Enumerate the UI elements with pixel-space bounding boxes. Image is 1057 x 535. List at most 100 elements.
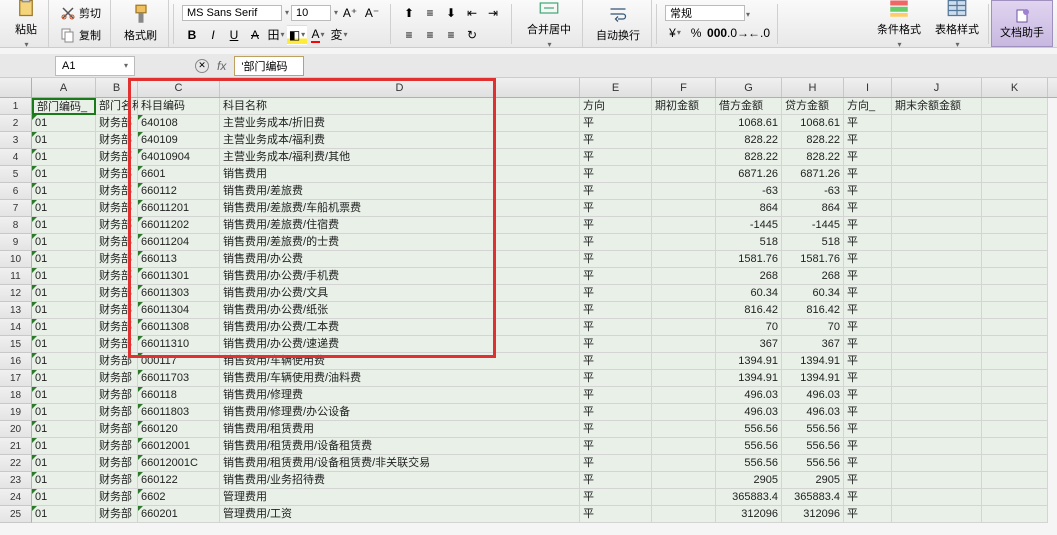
cell[interactable]: 管理费用	[220, 489, 580, 506]
cell[interactable]	[892, 421, 982, 438]
cell[interactable]: 销售费用/业务招待费	[220, 472, 580, 489]
row-header[interactable]: 23	[0, 472, 32, 489]
cell[interactable]: 268	[716, 268, 782, 285]
cell[interactable]: 销售费用/车辆使用费/油料费	[220, 370, 580, 387]
cell[interactable]	[892, 251, 982, 268]
wrap-text-button[interactable]: 自动换行	[589, 1, 647, 46]
cell[interactable]: 556.56	[782, 421, 844, 438]
copy-button[interactable]: 复制	[55, 24, 106, 46]
row-header[interactable]: 8	[0, 217, 32, 234]
font-size-select[interactable]	[291, 5, 331, 21]
cell[interactable]	[982, 489, 1048, 506]
cell[interactable]: 660118	[138, 387, 220, 404]
cell[interactable]: 518	[782, 234, 844, 251]
cell[interactable]: 销售费用/办公费/速递费	[220, 336, 580, 353]
decrease-font-button[interactable]: A⁻	[362, 3, 382, 23]
cell[interactable]: 01	[32, 387, 96, 404]
cell[interactable]: 财务部	[96, 217, 138, 234]
cell[interactable]: 平	[844, 200, 892, 217]
cell[interactable]	[652, 251, 716, 268]
cell[interactable]: 平	[844, 302, 892, 319]
cell[interactable]: 平	[844, 251, 892, 268]
font-color-button[interactable]: A▾	[308, 25, 328, 45]
cell[interactable]	[982, 217, 1048, 234]
cell[interactable]: 期末余额金额	[892, 98, 982, 115]
cell[interactable]: 平	[580, 336, 652, 353]
cell[interactable]: 财务部	[96, 302, 138, 319]
cell[interactable]	[652, 115, 716, 132]
cell[interactable]: 平	[844, 472, 892, 489]
cell[interactable]: 66011301	[138, 268, 220, 285]
cell[interactable]: 财务部	[96, 455, 138, 472]
cell[interactable]: 财务部	[96, 149, 138, 166]
cell[interactable]: 平	[844, 217, 892, 234]
cell[interactable]: 平	[580, 472, 652, 489]
cell[interactable]	[892, 506, 982, 523]
row-header[interactable]: 17	[0, 370, 32, 387]
cell[interactable]: 01	[32, 438, 96, 455]
cell[interactable]	[982, 472, 1048, 489]
cell[interactable]: 财务部	[96, 336, 138, 353]
col-header-C[interactable]: C	[138, 78, 220, 97]
cell[interactable]: 01	[32, 268, 96, 285]
cell[interactable]: 财务部	[96, 285, 138, 302]
col-header-A[interactable]: A	[32, 78, 96, 97]
cell[interactable]: 部门名称	[96, 98, 138, 115]
cell[interactable]: 平	[844, 387, 892, 404]
cell[interactable]: 1394.91	[716, 370, 782, 387]
cell[interactable]	[652, 489, 716, 506]
cell[interactable]: 平	[580, 115, 652, 132]
cell[interactable]	[892, 149, 982, 166]
cell[interactable]: 财务部	[96, 506, 138, 523]
bold-button[interactable]: B	[182, 25, 202, 45]
cell[interactable]: 平	[844, 268, 892, 285]
increase-font-button[interactable]: A⁺	[340, 3, 360, 23]
cell[interactable]: 财务部	[96, 438, 138, 455]
cell[interactable]	[982, 336, 1048, 353]
cell[interactable]: 平	[580, 353, 652, 370]
cell[interactable]: 期初金额	[652, 98, 716, 115]
select-all-corner[interactable]	[0, 78, 32, 97]
cell[interactable]	[652, 421, 716, 438]
cell[interactable]: 660113	[138, 251, 220, 268]
cell[interactable]: 平	[844, 404, 892, 421]
strike-button[interactable]: A	[245, 25, 265, 45]
cell[interactable]: 销售费用/办公费/文具	[220, 285, 580, 302]
cell[interactable]	[982, 421, 1048, 438]
cell[interactable]: 01	[32, 115, 96, 132]
row-header[interactable]: 11	[0, 268, 32, 285]
cell[interactable]	[652, 302, 716, 319]
cell[interactable]: 平	[580, 234, 652, 251]
cell[interactable]: 平	[844, 285, 892, 302]
cell[interactable]	[892, 115, 982, 132]
cell[interactable]	[892, 234, 982, 251]
cell[interactable]	[652, 234, 716, 251]
cell[interactable]	[982, 353, 1048, 370]
cell[interactable]: 财务部	[96, 115, 138, 132]
phonetic-button[interactable]: 変▾	[329, 25, 349, 45]
cell[interactable]: 66012001C	[138, 455, 220, 472]
cell[interactable]: 主营业务成本/折旧费	[220, 115, 580, 132]
cell[interactable]: 借方金额	[716, 98, 782, 115]
cell[interactable]: 828.22	[782, 149, 844, 166]
cell[interactable]: 01	[32, 166, 96, 183]
cell[interactable]: 1394.91	[782, 353, 844, 370]
doc-assistant-button[interactable]: 文档助手	[991, 0, 1053, 47]
cell[interactable]: 平	[580, 285, 652, 302]
cell[interactable]: 2905	[716, 472, 782, 489]
cell[interactable]: 平	[580, 455, 652, 472]
cell[interactable]: 科目名称	[220, 98, 580, 115]
cell[interactable]	[652, 370, 716, 387]
cell[interactable]: 平	[580, 404, 652, 421]
cell[interactable]: 平	[580, 183, 652, 200]
align-center-button[interactable]: ≡	[420, 25, 440, 45]
cell[interactable]: 销售费用/办公费/纸张	[220, 302, 580, 319]
cell[interactable]: 01	[32, 319, 96, 336]
col-header-E[interactable]: E	[580, 78, 652, 97]
cell[interactable]	[892, 472, 982, 489]
cell[interactable]: 6871.26	[782, 166, 844, 183]
cell[interactable]: 销售费用/修理费/办公设备	[220, 404, 580, 421]
cell[interactable]: 312096	[782, 506, 844, 523]
cell[interactable]: 财务部	[96, 472, 138, 489]
cell[interactable]: 816.42	[782, 302, 844, 319]
